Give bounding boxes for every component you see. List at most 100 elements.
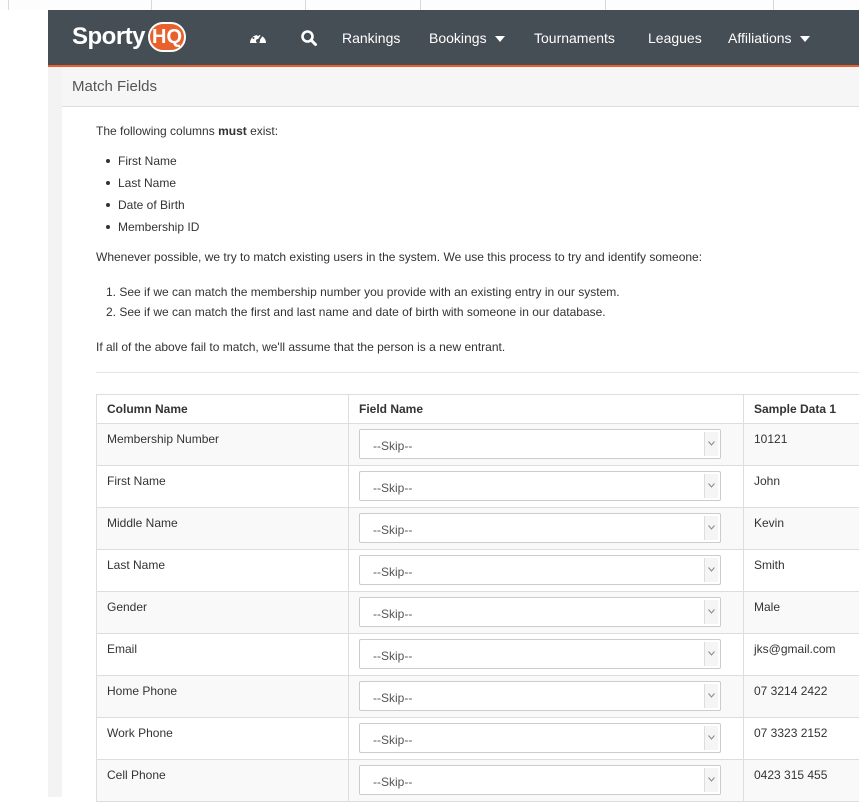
field-select[interactable]: --Skip--	[359, 429, 721, 459]
nav-rankings[interactable]: Rankings	[342, 29, 400, 47]
field-select[interactable]: --Skip--	[359, 597, 721, 627]
dropdown-toggle[interactable]	[704, 432, 718, 456]
required-columns-list: First Name Last Name Date of Birth Membe…	[106, 153, 199, 241]
strip-divider	[151, 0, 152, 10]
select-value: --Skip--	[373, 775, 412, 789]
list-item: Membership ID	[106, 219, 199, 241]
field-name-cell: --Skip--	[349, 718, 744, 760]
field-name-cell: --Skip--	[349, 634, 744, 676]
dashboard-icon[interactable]	[248, 29, 268, 47]
field-select[interactable]: --Skip--	[359, 723, 721, 753]
chevron-down-icon	[708, 525, 715, 530]
field-select[interactable]: --Skip--	[359, 765, 721, 795]
dropdown-toggle[interactable]	[704, 516, 718, 540]
column-name-cell: Email	[97, 634, 349, 676]
select-value: --Skip--	[373, 565, 412, 579]
column-header: Sample Data 1	[744, 395, 859, 424]
field-select[interactable]: --Skip--	[359, 555, 721, 585]
table-row: Email --Skip-- jks@gmail.com	[97, 634, 859, 676]
dropdown-toggle[interactable]	[704, 684, 718, 708]
column-name-cell: Gender	[97, 592, 349, 634]
select-value: --Skip--	[373, 733, 412, 747]
table-row: Cell Phone--Skip--0423 315 455	[97, 760, 859, 802]
column-name-cell: Last Name	[97, 550, 349, 592]
field-name-cell: --Skip--	[349, 508, 744, 550]
list-item: Last Name	[106, 175, 199, 197]
sample-data-cell: jks@gmail.com	[744, 634, 859, 676]
matching-steps-list: 1. See if we can match the membership nu…	[106, 284, 620, 324]
chevron-down-icon	[708, 651, 715, 656]
chevron-down-icon	[708, 483, 715, 488]
sample-data-cell: 07 3214 2422	[744, 676, 859, 718]
select-value: --Skip--	[373, 691, 412, 705]
dropdown-toggle[interactable]	[704, 642, 718, 666]
field-select[interactable]: --Skip--	[359, 513, 721, 543]
dropdown-toggle[interactable]	[704, 558, 718, 582]
table-header-row: Column Name Field Name Sample Data 1	[97, 395, 859, 424]
field-name-cell: --Skip--	[349, 592, 744, 634]
section-divider	[96, 372, 859, 373]
logo-badge: HQ	[148, 22, 186, 52]
table-row: Home Phone--Skip--07 3214 2422	[97, 676, 859, 718]
logo-word: Sporty	[72, 23, 145, 51]
nav-affiliations[interactable]: Affiliations	[728, 29, 810, 47]
caret-down-icon	[495, 36, 505, 42]
table-row: Last Name --Skip-- Smith	[97, 550, 859, 592]
table-row: Gender --Skip-- Male	[97, 592, 859, 634]
matching-description: Whenever possible, we try to match exist…	[96, 250, 702, 264]
sample-data-cell: Kevin	[744, 508, 859, 550]
dropdown-toggle[interactable]	[704, 474, 718, 498]
chevron-down-icon	[708, 609, 715, 614]
table-row: Middle Name --Skip-- Kevin	[97, 508, 859, 550]
list-item: Date of Birth	[106, 197, 199, 219]
field-select[interactable]: --Skip--	[359, 681, 721, 711]
column-name-cell: Middle Name	[97, 508, 349, 550]
nav-bookings[interactable]: Bookings	[429, 29, 505, 47]
column-name-cell: Work Phone	[97, 718, 349, 760]
intro-emphasis: must	[218, 124, 247, 138]
fallback-note: If all of the above fail to match, we'll…	[96, 340, 505, 354]
list-item: 1. See if we can match the membership nu…	[106, 284, 620, 304]
field-name-cell: --Skip--	[349, 760, 744, 802]
chevron-down-icon	[708, 693, 715, 698]
browser-top-strip	[0, 0, 859, 10]
dropdown-toggle[interactable]	[704, 600, 718, 624]
caret-down-icon	[800, 36, 810, 42]
field-select[interactable]: --Skip--	[359, 639, 721, 669]
strip-divider	[605, 0, 606, 10]
search-icon[interactable]	[300, 29, 320, 47]
strip-divider	[305, 0, 306, 10]
left-gutter	[48, 67, 62, 797]
strip-divider	[773, 0, 774, 10]
dropdown-toggle[interactable]	[704, 726, 718, 750]
field-select[interactable]: --Skip--	[359, 471, 721, 501]
sample-data-cell: John	[744, 466, 859, 508]
nav-bookings-label: Bookings	[429, 29, 487, 47]
list-item: 2. See if we can match the first and las…	[106, 304, 620, 324]
sample-data-cell: Male	[744, 592, 859, 634]
chevron-down-icon	[708, 567, 715, 572]
sample-data-cell: 10121	[744, 424, 859, 466]
nav-tournaments[interactable]: Tournaments	[534, 29, 615, 47]
brand-logo[interactable]: Sporty HQ	[72, 21, 186, 53]
sample-data-cell: Smith	[744, 550, 859, 592]
list-item: First Name	[106, 153, 199, 175]
select-value: --Skip--	[373, 481, 412, 495]
panel-heading: Match Fields	[62, 67, 859, 107]
select-value: --Skip--	[373, 607, 412, 621]
dropdown-toggle[interactable]	[704, 768, 718, 792]
select-value: --Skip--	[373, 523, 412, 537]
strip-divider	[8, 0, 9, 10]
field-name-cell: --Skip--	[349, 676, 744, 718]
sample-data-cell: 07 3323 2152	[744, 718, 859, 760]
nav-leagues[interactable]: Leagues	[648, 29, 702, 47]
field-name-cell: --Skip--	[349, 424, 744, 466]
chevron-down-icon	[708, 777, 715, 782]
column-name-cell: First Name	[97, 466, 349, 508]
nav-affiliations-label: Affiliations	[728, 29, 792, 47]
field-name-cell: --Skip--	[349, 466, 744, 508]
chevron-down-icon	[708, 735, 715, 740]
top-navbar: Sporty HQ Rankings Bookings Tournaments …	[48, 10, 859, 67]
table-row: Membership Number--Skip--10121	[97, 424, 859, 466]
required-intro: The following columns must exist:	[96, 124, 278, 138]
